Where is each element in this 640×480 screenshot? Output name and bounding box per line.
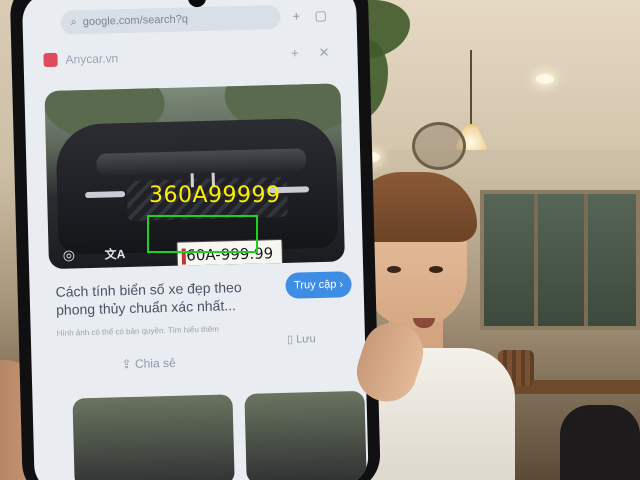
chevron-right-icon: › (339, 278, 344, 291)
visit-button[interactable]: Truy cập › (285, 271, 352, 299)
url-bar[interactable]: ⌕ google.com/search?q (60, 4, 281, 35)
share-button[interactable]: ⇪ Chia sẻ (121, 356, 175, 371)
related-thumbnail[interactable] (72, 394, 235, 480)
tab-switcher-icon[interactable]: ▢ (314, 8, 327, 24)
search-icon: ⌕ (70, 15, 77, 28)
lamp-cord (470, 50, 472, 124)
plus-icon[interactable]: + (291, 45, 299, 61)
bookmark-icon: ▯ (286, 333, 294, 346)
detection-label: 360A99999 (149, 183, 281, 208)
wall-fan (412, 122, 466, 170)
share-icon: ⇪ (121, 356, 132, 372)
save-button[interactable]: ▯ Lưu (287, 332, 316, 346)
result-title[interactable]: Cách tính biển số xe đẹp theo phong thủy… (55, 277, 276, 319)
plus-icon[interactable]: + (292, 8, 300, 23)
dark-chair (560, 405, 640, 480)
translate-icon[interactable]: 文A (104, 245, 126, 263)
close-icon[interactable]: ✕ (318, 45, 329, 61)
site-logo-icon (43, 52, 58, 68)
copyright-note: Hình ảnh có thể có bản quyền. Tìm hiểu t… (56, 324, 219, 338)
result-source-row: Anycar.vn + ✕ (43, 41, 343, 71)
ceiling-light (536, 74, 554, 84)
detection-box (147, 215, 258, 253)
lens-icon[interactable]: ◎ (62, 246, 75, 263)
site-name: Anycar.vn (65, 51, 119, 67)
url-text: google.com/search?q (82, 13, 189, 29)
related-thumbnail[interactable] (244, 390, 367, 480)
